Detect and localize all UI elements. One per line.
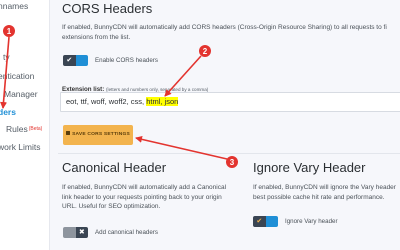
annotation-arrow-2 [164, 55, 202, 97]
annotation-arrow-3 [135, 135, 228, 160]
annotation-arrow-1 [0, 36, 10, 109]
annotation-number-2: 2 [203, 47, 208, 56]
annotation-number-1: 1 [7, 27, 12, 36]
annotation-number-3: 3 [230, 158, 235, 167]
annotation-overlay: 1 2 3 [0, 25, 238, 168]
